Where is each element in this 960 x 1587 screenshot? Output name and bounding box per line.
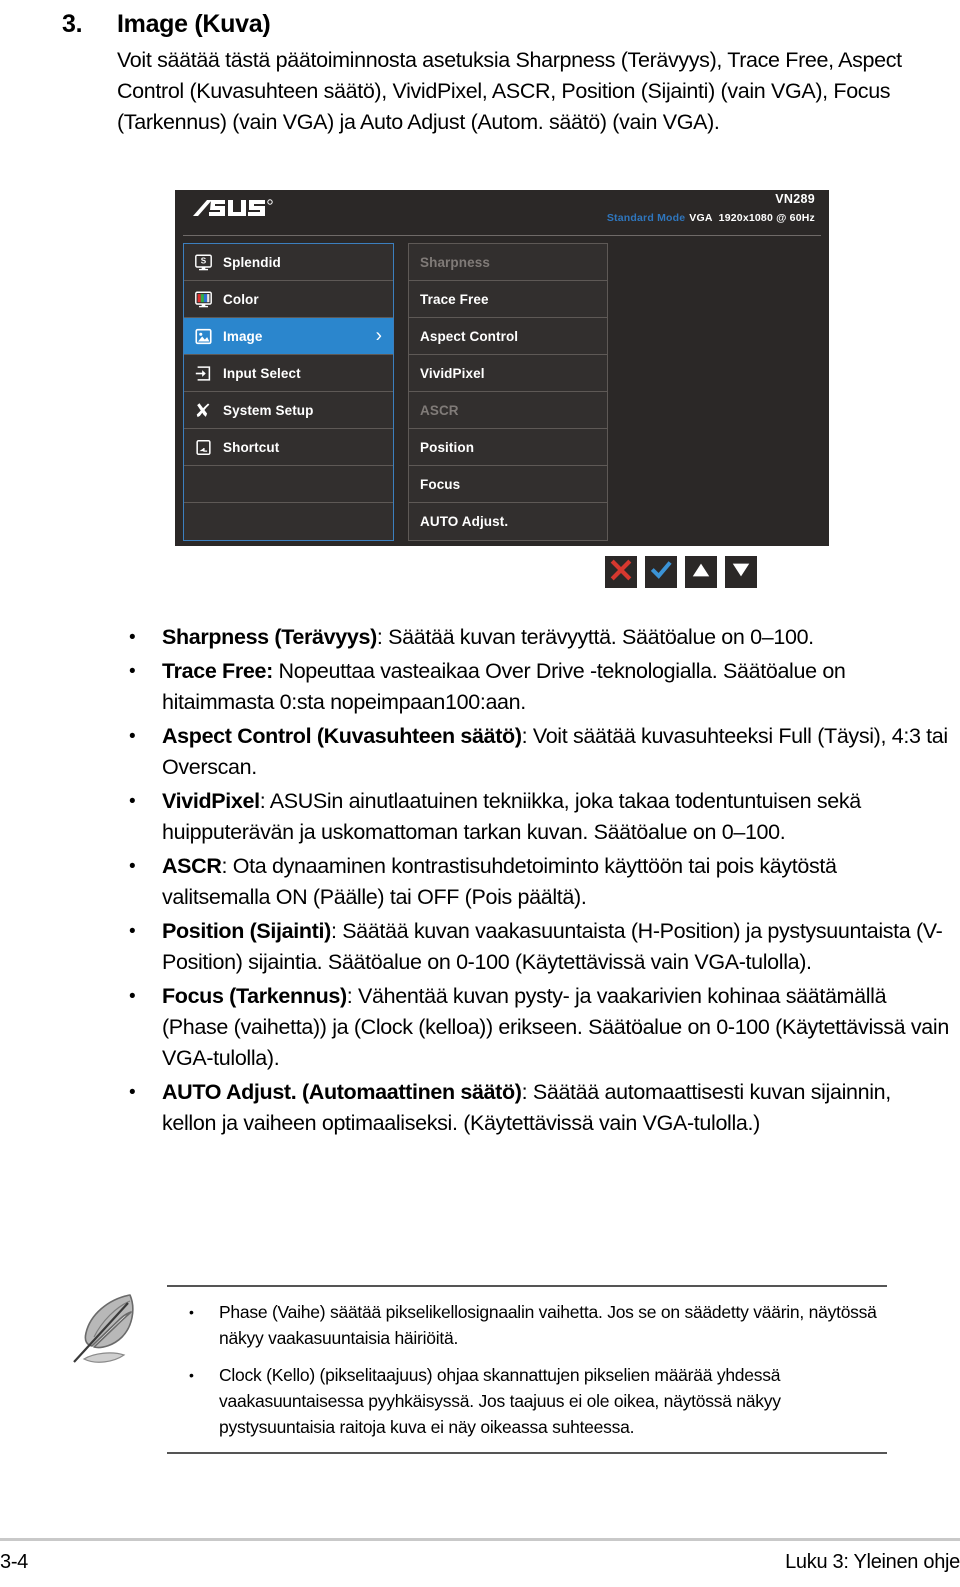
section-heading: 3. Image (Kuva) [62,8,942,40]
osd-submenu-item-focus[interactable]: Focus [409,466,607,503]
osd-submenu-item-ascr[interactable]: ASCR [409,392,607,429]
list-item: ASCR: Ota dynaaminen kontrastisuhdetoimi… [120,851,950,913]
chevron-right-icon: › [375,325,382,347]
bullet-term: Sharpness (Terävyys) [162,625,377,649]
osd-submenu-item-trace-free[interactable]: Trace Free [409,281,607,318]
bullet-separator: : [259,789,270,813]
osd-main-menu: S Splendid Color Image › Input Select Sy… [183,243,394,541]
osd-panels: S Splendid Color Image › Input Select Sy… [183,243,608,541]
page-number: 3-4 [0,1551,29,1573]
close-button[interactable] [605,556,637,588]
osd-sub-menu: Sharpness Trace Free Aspect Control Vivi… [408,243,608,541]
osd-submenu-label: ASCR [420,402,459,418]
note-list-item: Phase (Vaihe) säätää pikselikellosignaal… [167,1299,887,1351]
bullet-separator: : [330,919,343,943]
feature-bullet-list: Sharpness (Terävyys): Säätää kuvan teräv… [120,622,950,1142]
osd-submenu-label: Position [420,439,475,455]
osd-header: VN289 Standard Mode VGA 1920x1080 @ 60Hz [183,190,821,236]
osd-resolution-label: 1920x1080 @ 60Hz [718,212,815,224]
bullet-term: Trace Free: [162,659,273,683]
shortcut-icon [193,437,214,458]
section-image-kuva: 3. Image (Kuva) Voit säätää tästä päätoi… [62,8,942,138]
osd-menu-item-image[interactable]: Image › [184,318,393,355]
osd-menu-item-splendid[interactable]: S Splendid [184,244,393,281]
input-select-icon [193,363,214,384]
list-item: Position (Sijainti): Säätää kuvan vaakas… [120,916,950,978]
footer-chapter-label: Luku 3: Yleinen ohje [785,1551,960,1573]
section-intro-paragraph: Voit säätää tästä päätoiminnosta asetuks… [117,48,902,134]
osd-nav-buttons [605,556,757,588]
bullet-term: ASCR [162,854,222,878]
osd-menu-item-empty [184,466,393,503]
bullet-term: Aspect Control (Kuvasuhteen säätö) [162,724,522,748]
list-item: Focus (Tarkennus): Vähentää kuvan pysty-… [120,981,950,1074]
bullet-term: AUTO Adjust. (Automaattinen säätö) [162,1080,522,1104]
osd-menu-item-empty [184,503,393,540]
up-button[interactable] [685,556,717,588]
osd-menu-label: Color [223,291,259,307]
bullet-separator: : [221,854,233,878]
osd-submenu-label: AUTO Adjust. [420,514,509,529]
down-button[interactable] [725,556,757,588]
splendid-icon: S [193,252,214,273]
osd-submenu-label: VividPixel [420,365,485,381]
color-icon [193,289,214,310]
bullet-text: Ota dynaaminen kontrastisuhdetoiminto kä… [162,854,837,909]
bullet-term: Focus (Tarkennus) [162,984,347,1008]
feather-note-icon [68,1289,168,1374]
svg-text:S: S [201,256,207,265]
triangle-down-icon [730,559,752,586]
osd-submenu-item-vividpixel[interactable]: VividPixel [409,355,607,392]
osd-menu-label: Shortcut [223,439,280,455]
osd-submenu-item-aspect-control[interactable]: Aspect Control [409,318,607,355]
osd-mode-label: Standard Mode [606,212,686,224]
osd-menu-item-system-setup[interactable]: System Setup [184,392,393,429]
triangle-up-icon [690,559,712,586]
bullet-separator: : [521,724,533,748]
osd-model-label: VN289 [775,192,815,206]
list-item: Trace Free: Nopeuttaa vasteaikaa Over Dr… [120,656,950,718]
image-icon [193,326,214,347]
check-icon [650,559,672,586]
bullet-term: Position (Sijainti) [162,919,331,943]
osd-screenshot: VN289 Standard Mode VGA 1920x1080 @ 60Hz S [175,190,829,588]
section-number: 3. [62,10,83,38]
system-setup-icon [193,400,214,421]
osd-submenu-label: Sharpness [420,254,490,270]
osd-menu-label: Splendid [223,254,281,270]
list-item: VividPixel: ASUSin ainutlaatuinen teknii… [120,786,950,848]
osd-submenu-label: Focus [420,476,461,492]
footer-divider [0,1538,960,1541]
osd-source-label: VGA [689,212,713,224]
bullet-text: Säätää kuvan terävyyttä. Säätöalue on 0–… [388,625,814,649]
osd-submenu-label: Trace Free [420,291,489,307]
osd-menu-item-input-select[interactable]: Input Select [184,355,393,392]
list-item: Sharpness (Terävyys): Säätää kuvan teräv… [120,622,950,653]
osd-menu-label: System Setup [223,402,314,418]
section-title: Image (Kuva) [117,10,271,38]
list-item: Aspect Control (Kuvasuhteen säätö): Voit… [120,721,950,783]
osd-menu-item-shortcut[interactable]: Shortcut [184,429,393,466]
list-item: AUTO Adjust. (Automaattinen säätö): Säät… [120,1077,950,1139]
osd-menu-label: Input Select [223,365,301,381]
osd-submenu-label: Aspect Control [420,328,519,344]
close-x-icon [610,559,632,586]
note-list-item: Clock (Kello) (pikselitaajuus) ohjaa ska… [167,1362,887,1440]
note-content: Phase (Vaihe) säätää pikselikellosignaal… [167,1285,887,1454]
asus-logo-icon [191,198,295,220]
confirm-button[interactable] [645,556,677,588]
osd-submenu-item-auto-adjust[interactable]: AUTO Adjust. [409,503,607,540]
bullet-separator: : [346,984,359,1008]
osd-menu-item-color[interactable]: Color [184,281,393,318]
note-box: Phase (Vaihe) säätää pikselikellosignaal… [62,1285,942,1454]
osd-window: VN289 Standard Mode VGA 1920x1080 @ 60Hz S [175,190,829,546]
osd-submenu-item-sharpness[interactable]: Sharpness [409,244,607,281]
osd-submenu-item-position[interactable]: Position [409,429,607,466]
bullet-separator: : [376,625,389,649]
osd-status-bar: Standard Mode VGA 1920x1080 @ 60Hz [607,212,815,224]
osd-menu-label: Image [223,328,263,344]
bullet-term: VividPixel [162,789,260,813]
bullet-separator: : [521,1080,533,1104]
